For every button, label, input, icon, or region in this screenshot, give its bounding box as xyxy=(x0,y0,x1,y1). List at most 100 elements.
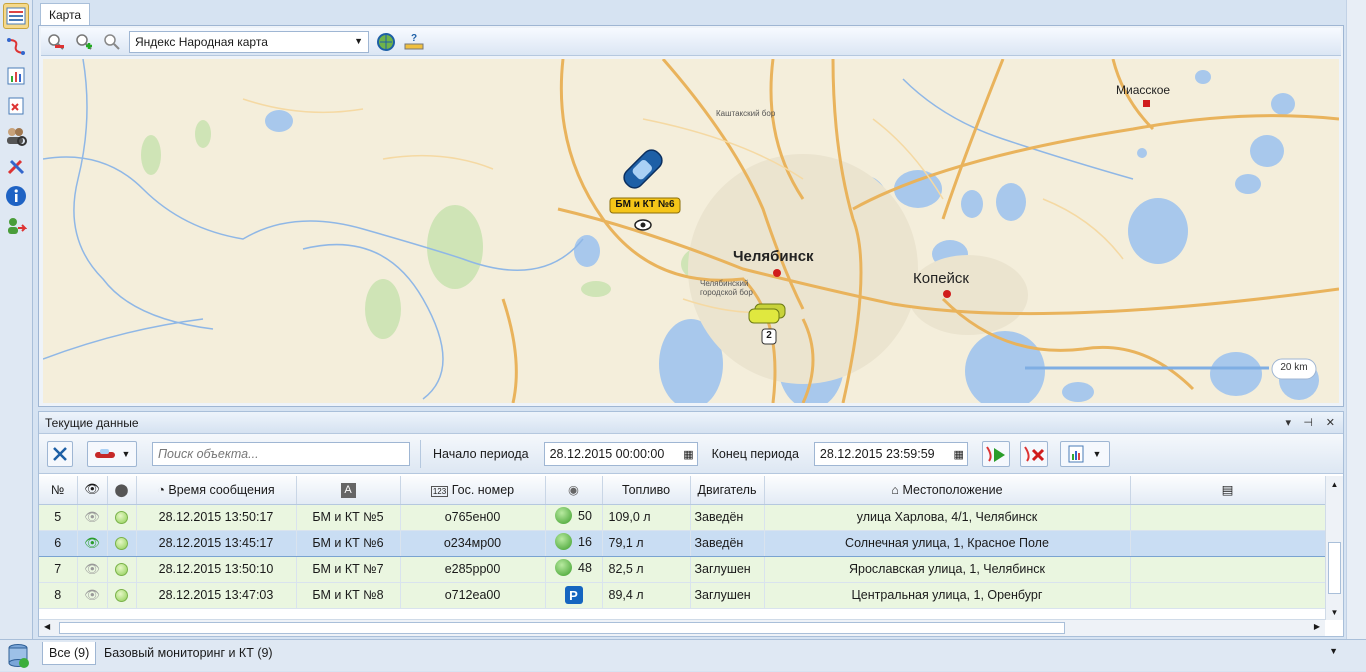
col-plate[interactable]: 123 Гос. номер xyxy=(400,476,546,505)
clock-icon: ◔ xyxy=(157,482,165,497)
period-end-value: 28.12.2015 23:59:59 xyxy=(819,446,935,461)
tools-icon[interactable] xyxy=(3,153,29,179)
calendar-icon[interactable]: ▦ xyxy=(954,448,964,461)
moving-icon xyxy=(555,559,573,576)
cell-fuel: 79,1 л xyxy=(602,529,691,557)
col-notes[interactable]: ▤ xyxy=(1130,476,1326,505)
col-engine[interactable]: Двигатель xyxy=(690,476,765,505)
zoom-out-icon[interactable] xyxy=(45,31,67,53)
table-header: № 👁 ⬤ ◔ Время сообщения A 123 Гос. номер… xyxy=(39,476,1326,505)
table-row[interactable]: 7 👁 28.12.2015 13:50:10 БМ и КТ №7 е285р… xyxy=(39,556,1326,583)
hscroll-thumb[interactable] xyxy=(59,622,1065,634)
object-type-dropdown[interactable]: ▼ xyxy=(87,440,137,467)
col-number[interactable]: № xyxy=(39,476,78,505)
report-dropdown[interactable]: ▼ xyxy=(1059,440,1110,467)
cell-speed: P xyxy=(545,582,603,609)
period-start-label: Начало периода xyxy=(433,446,529,461)
user-exit-icon[interactable] xyxy=(3,213,29,239)
period-start-value: 28.12.2015 00:00:00 xyxy=(549,446,665,461)
moving-icon xyxy=(555,533,573,550)
chevron-down-icon: ▼ xyxy=(121,448,131,459)
cell-number: 7 xyxy=(39,556,78,583)
cell-engine: Заведён xyxy=(690,529,765,557)
vehicle-marker[interactable] xyxy=(609,146,681,231)
cell-engine: Заведён xyxy=(690,504,765,531)
panel-title: Текущие данные xyxy=(45,416,139,430)
panel-pin-icon[interactable]: ⊣ xyxy=(1303,416,1313,429)
objects-table: № 👁 ⬤ ◔ Время сообщения A 123 Гос. номер… xyxy=(39,476,1326,609)
eye-icon[interactable]: 👁 xyxy=(77,556,108,583)
col-visibility[interactable]: 👁 xyxy=(77,476,108,505)
calendar-icon[interactable]: ▦ xyxy=(683,448,693,461)
col-name[interactable]: A xyxy=(296,476,401,505)
cell-engine: Заглушен xyxy=(690,556,765,583)
panel-close-icon[interactable]: ✕ xyxy=(1326,416,1335,429)
col-location-label: Местоположение xyxy=(902,482,1003,497)
tab-all[interactable]: Все (9) xyxy=(42,642,97,665)
cell-fuel: 89,4 л xyxy=(602,582,691,609)
clear-track-button[interactable] xyxy=(1019,440,1048,467)
table-horizontal-scrollbar[interactable]: ◀ ▶ xyxy=(39,619,1325,636)
cell-time: 28.12.2015 13:47:03 xyxy=(136,582,297,609)
table-row[interactable]: 5 👁 28.12.2015 13:50:17 БМ и КТ №5 о765е… xyxy=(39,504,1326,531)
col-plate-label: Гос. номер xyxy=(451,482,515,497)
table-vertical-scrollbar[interactable]: ▲ ▼ xyxy=(1325,476,1343,620)
scroll-right-icon[interactable]: ▶ xyxy=(1314,622,1320,631)
panel-header: Текущие данные ▾ ⊣ ✕ xyxy=(39,412,1343,434)
period-start-field[interactable]: 28.12.2015 00:00:00 ▦ xyxy=(543,441,698,466)
fit-all-button[interactable] xyxy=(47,440,73,467)
globe-layer-icon[interactable] xyxy=(375,31,397,53)
table-row-selected[interactable]: 6 👁 28.12.2015 13:45:17 БМ и КТ №6 о234м… xyxy=(39,529,1326,557)
search-input[interactable]: Поиск объекта... xyxy=(152,441,410,466)
map-provider-select[interactable]: Яндекс Народная карта ▼ xyxy=(129,30,369,53)
eye-icon[interactable]: 👁 xyxy=(77,529,108,557)
col-time[interactable]: ◔ Время сообщения xyxy=(136,476,297,505)
tabs-menu-icon[interactable]: ▼ xyxy=(1329,646,1338,656)
current-data-icon[interactable] xyxy=(3,3,29,29)
cell-location: улица Харлова, 4/1, Челябинск xyxy=(764,504,1131,531)
panel-menu-icon[interactable]: ▾ xyxy=(1285,416,1291,429)
zoom-in-icon[interactable] xyxy=(73,31,95,53)
status-dot-icon xyxy=(107,556,137,583)
scroll-down-icon[interactable]: ▼ xyxy=(1326,608,1343,617)
col-status[interactable]: ⬤ xyxy=(107,476,137,505)
scroll-left-icon[interactable]: ◀ xyxy=(44,622,50,631)
cell-time: 28.12.2015 13:50:10 xyxy=(136,556,297,583)
col-location[interactable]: ⌂ Местоположение xyxy=(764,476,1131,505)
route-icon[interactable] xyxy=(3,33,29,59)
info-icon[interactable] xyxy=(3,183,29,209)
period-end-field[interactable]: 28.12.2015 23:59:59 ▦ xyxy=(813,441,968,466)
cell-name: БМ и КТ №5 xyxy=(296,504,401,531)
status-dots-icon: ⬤ xyxy=(114,483,129,498)
bottom-tab-bar: Все (9) Базовый мониторинг и КТ (9) ▼ xyxy=(0,639,1366,671)
cell-location: Солнечная улица, 1, Красное Поле xyxy=(764,529,1131,557)
map-graphics xyxy=(43,59,1339,403)
col-fuel[interactable]: Топливо xyxy=(602,476,691,505)
map-canvas[interactable]: Челябинск Копейск Миасское Каштакский бо… xyxy=(43,59,1339,403)
spreadsheet-icon[interactable] xyxy=(3,93,29,119)
eye-icon[interactable]: 👁 xyxy=(77,504,108,531)
map-frame: Яндекс Народная карта ▼ ? Челябинск Копе… xyxy=(38,25,1344,407)
database-icon[interactable] xyxy=(6,643,30,672)
left-toolbar xyxy=(0,0,33,671)
scroll-thumb[interactable] xyxy=(1328,542,1341,594)
play-track-button[interactable] xyxy=(981,440,1010,467)
eye-icon[interactable]: 👁 xyxy=(77,582,108,609)
parking-icon: P xyxy=(564,586,583,604)
measure-help-icon[interactable]: ? xyxy=(403,31,425,53)
drivers-icon[interactable] xyxy=(3,123,29,149)
cell-engine: Заглушен xyxy=(690,582,765,609)
map-toolbar: Яндекс Народная карта ▼ ? xyxy=(41,28,1341,56)
cell-number: 6 xyxy=(39,529,78,557)
col-speed[interactable]: ◉ xyxy=(545,476,603,505)
city-label-chelyabinsk: Челябинск xyxy=(733,248,814,265)
zoom-fit-icon[interactable] xyxy=(101,31,123,53)
cell-plate: о765ен00 xyxy=(400,504,546,531)
scroll-up-icon[interactable]: ▲ xyxy=(1326,480,1343,489)
cell-fuel: 109,0 л xyxy=(602,504,691,531)
current-data-panel: Текущие данные ▾ ⊣ ✕ ▼ Поиск объекта... … xyxy=(38,411,1344,637)
tab-basic-monitoring[interactable]: Базовый мониторинг и КТ (9) xyxy=(98,642,279,665)
map-tab[interactable]: Карта xyxy=(40,3,91,25)
report-chart-icon[interactable] xyxy=(3,63,29,89)
table-row[interactable]: 8 👁 28.12.2015 13:47:03 БМ и КТ №8 о712е… xyxy=(39,582,1326,609)
